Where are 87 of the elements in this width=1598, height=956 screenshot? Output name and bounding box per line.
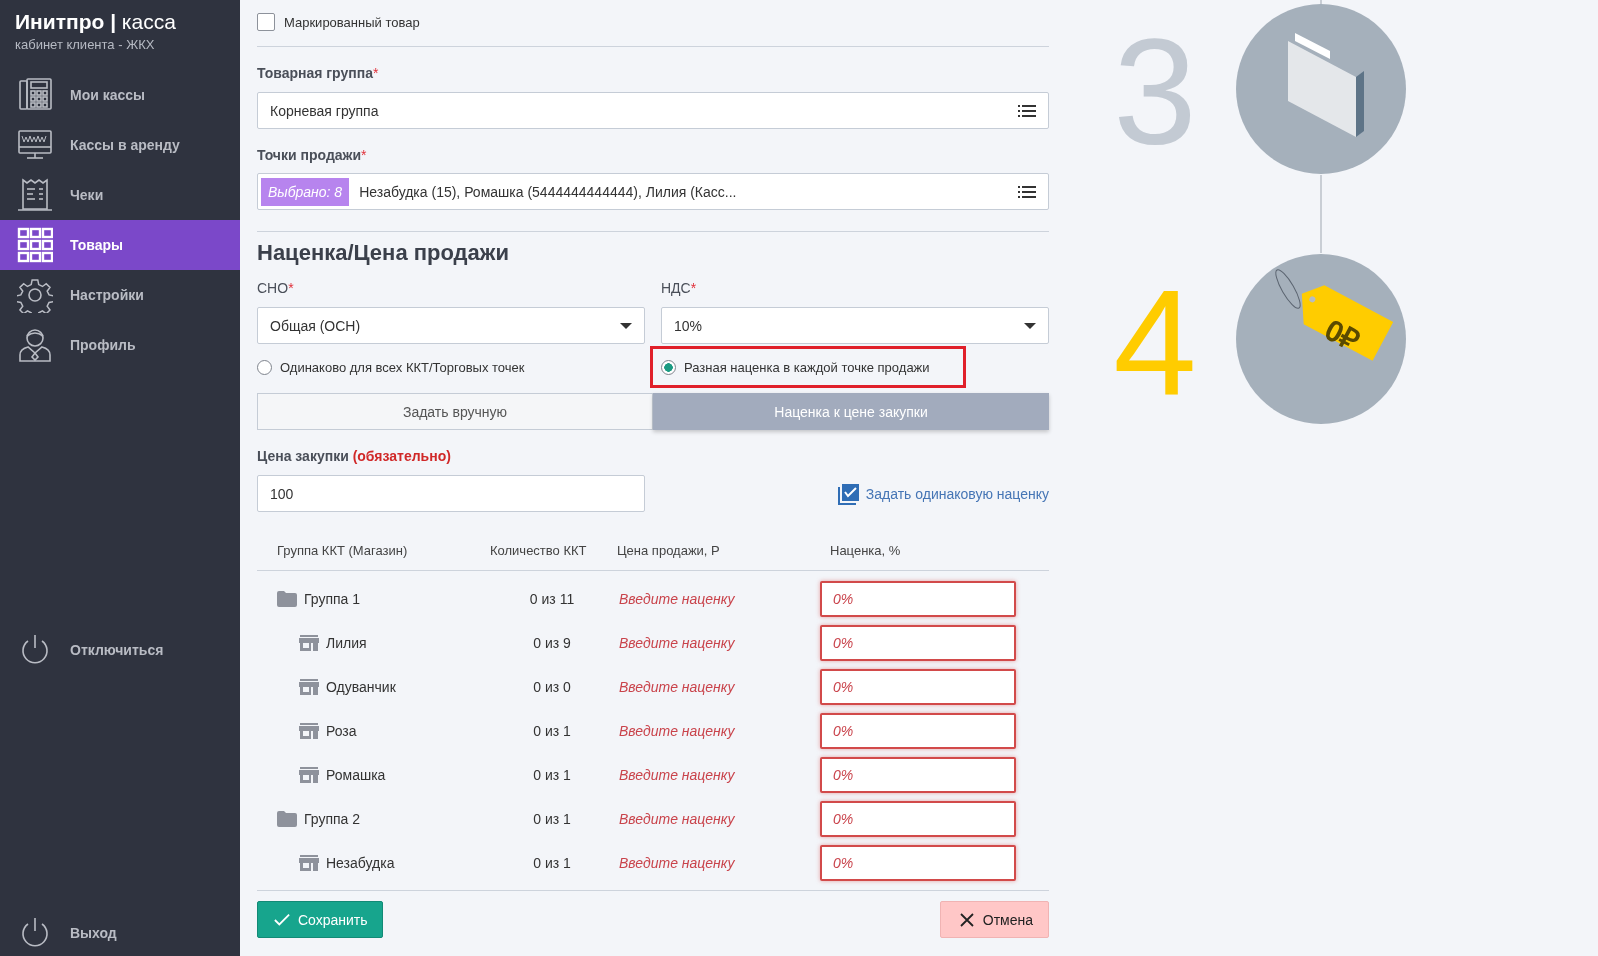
phone-icon [17, 77, 53, 113]
nav-item[interactable]: Кассы в аренду [0, 120, 240, 170]
field-label: Товарная группа* [257, 65, 380, 81]
sale-price-hint: Введите наценку [618, 635, 736, 651]
radio-button[interactable] [661, 359, 676, 375]
receipt-icon [17, 177, 53, 213]
nav-item[interactable]: Выход [0, 910, 240, 956]
folder-icon [277, 811, 297, 827]
user-icon [17, 327, 53, 363]
selected-count-badge: Выбрано: 8 [261, 177, 350, 206]
sale-price-hint: Введите наценку [618, 591, 736, 607]
brand-subtitle: кабинет клиента - ЖКХ [15, 37, 156, 52]
caret-icon [1024, 322, 1036, 329]
store-name: Роза [326, 723, 357, 739]
store-name: Ромашка [326, 767, 386, 783]
column-header: Цена продажи, Р [617, 542, 721, 558]
nav-item[interactable]: Настройки [0, 270, 240, 320]
store-name: Лилия [326, 635, 367, 651]
store-icon [299, 767, 319, 783]
column-header: Наценка, % [829, 542, 902, 558]
settings-icon [17, 277, 53, 313]
kkt-count: 0 из 9 [532, 635, 572, 651]
markup-field[interactable]: 0% [820, 801, 1016, 837]
nav-item[interactable]: Отключиться [0, 627, 240, 674]
purchase-price-field[interactable]: 100 [257, 475, 645, 512]
sale-price-hint: Введите наценку [618, 767, 736, 783]
markup-field[interactable]: 0% [820, 625, 1016, 661]
nav-item[interactable]: Чеки [0, 170, 240, 220]
caret-icon [620, 322, 632, 329]
nav-item[interactable]: Профиль [0, 320, 240, 370]
kkt-count: 0 из 0 [532, 679, 572, 695]
sale-price-hint: Введите наценку [618, 679, 736, 695]
store-icon [299, 855, 319, 871]
selected-points-text: Незабудка (15), Ромашка (5444444444444), Лилия (Касс... [359, 183, 738, 200]
checkbox[interactable] [257, 13, 275, 31]
mode-tab[interactable]: Задать вручную [257, 393, 653, 430]
folder-icon [277, 591, 297, 607]
section-title: Наценка/Цена продажи [257, 239, 510, 267]
store-icon [299, 723, 319, 739]
nav-item[interactable]: Мои кассы [0, 70, 240, 120]
store-name: Группа 2 [304, 811, 361, 827]
markup-field[interactable]: 0% [820, 581, 1016, 617]
group-select[interactable]: Корневая группа [257, 92, 1049, 129]
brand-title: Инитпро | касса [15, 10, 177, 34]
store-name: Группа 1 [304, 591, 361, 607]
store-icon [299, 679, 319, 695]
field-label: НДС* [661, 280, 698, 296]
check-icon [274, 912, 290, 927]
store-icon [299, 635, 319, 651]
field-label: СНО* [257, 280, 295, 296]
sale-price-hint: Введите наценку [618, 723, 736, 739]
nav-item[interactable]: Товары [0, 220, 240, 270]
store-name: Незабудка [326, 855, 395, 871]
price-tag-text: 0₽ [1319, 312, 1365, 358]
markup-field[interactable]: 0% [820, 669, 1016, 705]
list-icon [1018, 104, 1036, 117]
grid-icon [17, 227, 53, 263]
kkt-count: 0 из 1 [532, 855, 572, 871]
radio-button[interactable] [257, 359, 272, 375]
radio-label: Разная наценка в каждой точке продажи [684, 359, 930, 375]
kkt-count: 0 из 1 [532, 723, 572, 739]
step-number: 4 [1113, 258, 1197, 426]
kkt-count: 0 из 11 [528, 591, 576, 607]
field-label: Цена закупки (обязательно) [257, 448, 452, 464]
sale-price-hint: Введите наценку [618, 855, 736, 871]
cancel-button[interactable]: Отмена [939, 901, 1049, 938]
tax-system-dropdown[interactable]: Общая (ОСН) [257, 307, 645, 344]
column-header: Группа ККТ (Магазин) [276, 542, 409, 558]
list-icon [1018, 185, 1036, 198]
kkt-count: 0 из 1 [532, 811, 572, 827]
radio-option[interactable]: Одинаково для всех ККТ/Торговых точек [257, 346, 645, 388]
checkbox-label: Маркированный товар [284, 14, 420, 30]
same-markup-link[interactable]: Задать одинаковую наценку [865, 485, 1049, 502]
markup-field[interactable]: 0% [820, 757, 1016, 793]
connector-line [1320, 0, 1322, 5]
kkt-count: 0 из 1 [532, 767, 572, 783]
markup-field[interactable]: 0% [820, 845, 1016, 881]
store-name: Одуванчик [326, 679, 396, 695]
checkbox[interactable] [837, 482, 860, 505]
column-header: Количество ККТ [489, 542, 588, 558]
sale-price-hint: Введите наценку [618, 811, 736, 827]
close-icon [958, 912, 975, 927]
sale-points-select[interactable]: Выбрано: 8 Незабудка (15), Ромашка (5444444444444), Лилия (Касс... [257, 173, 1049, 210]
radio-label: Одинаково для всех ККТ/Торговых точек [280, 359, 525, 375]
markup-field[interactable]: 0% [820, 713, 1016, 749]
field-label: Точки продажи* [257, 147, 368, 163]
vat-dropdown[interactable]: 10% [661, 307, 1049, 344]
